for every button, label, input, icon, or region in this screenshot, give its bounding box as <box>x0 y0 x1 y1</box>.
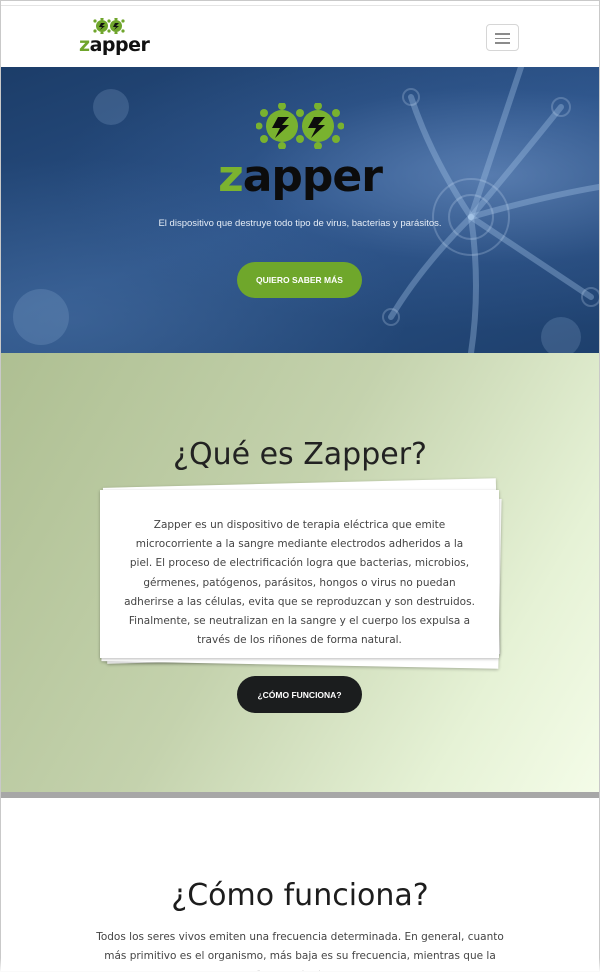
page-frame: zapper zapper El dispositivo que destruy… <box>0 0 600 972</box>
que-es-description: Zapper es un dispositivo de terapia eléc… <box>124 519 475 647</box>
como-funciona-title: ¿Cómo funciona? <box>171 878 429 913</box>
como-funciona-button[interactable]: ¿CÓMO FUNCIONA? <box>237 676 362 713</box>
virus-logo-icon <box>93 18 125 34</box>
navbar: zapper <box>1 5 599 68</box>
hero-section: zapper El dispositivo que destruye todo … <box>1 67 599 353</box>
virus-logo-icon <box>256 103 344 149</box>
navbar-logo-text: zapper <box>79 34 150 56</box>
hamburger-menu-icon <box>495 33 510 35</box>
hero-logo-text: zapper <box>218 151 383 202</box>
hamburger-menu-icon <box>495 37 510 40</box>
que-es-title: ¿Qué es Zapper? <box>173 437 427 472</box>
quiero-saber-mas-button[interactable]: QUIERO SABER MÁS <box>237 262 362 298</box>
hamburger-menu-icon <box>495 42 510 44</box>
hero-logo: zapper <box>217 103 383 203</box>
navbar-logo[interactable]: zapper <box>77 18 150 58</box>
como-funciona-section: ¿Cómo funciona? Todos los seres vivos em… <box>1 798 599 971</box>
hero-tagline: El dispositivo que destruye todo tipo de… <box>158 218 442 229</box>
navbar-toggle-button[interactable] <box>486 24 519 51</box>
scroll-fade <box>0 958 600 972</box>
que-es-section: ¿Qué es Zapper? Zapper es un dispositivo… <box>1 353 599 792</box>
